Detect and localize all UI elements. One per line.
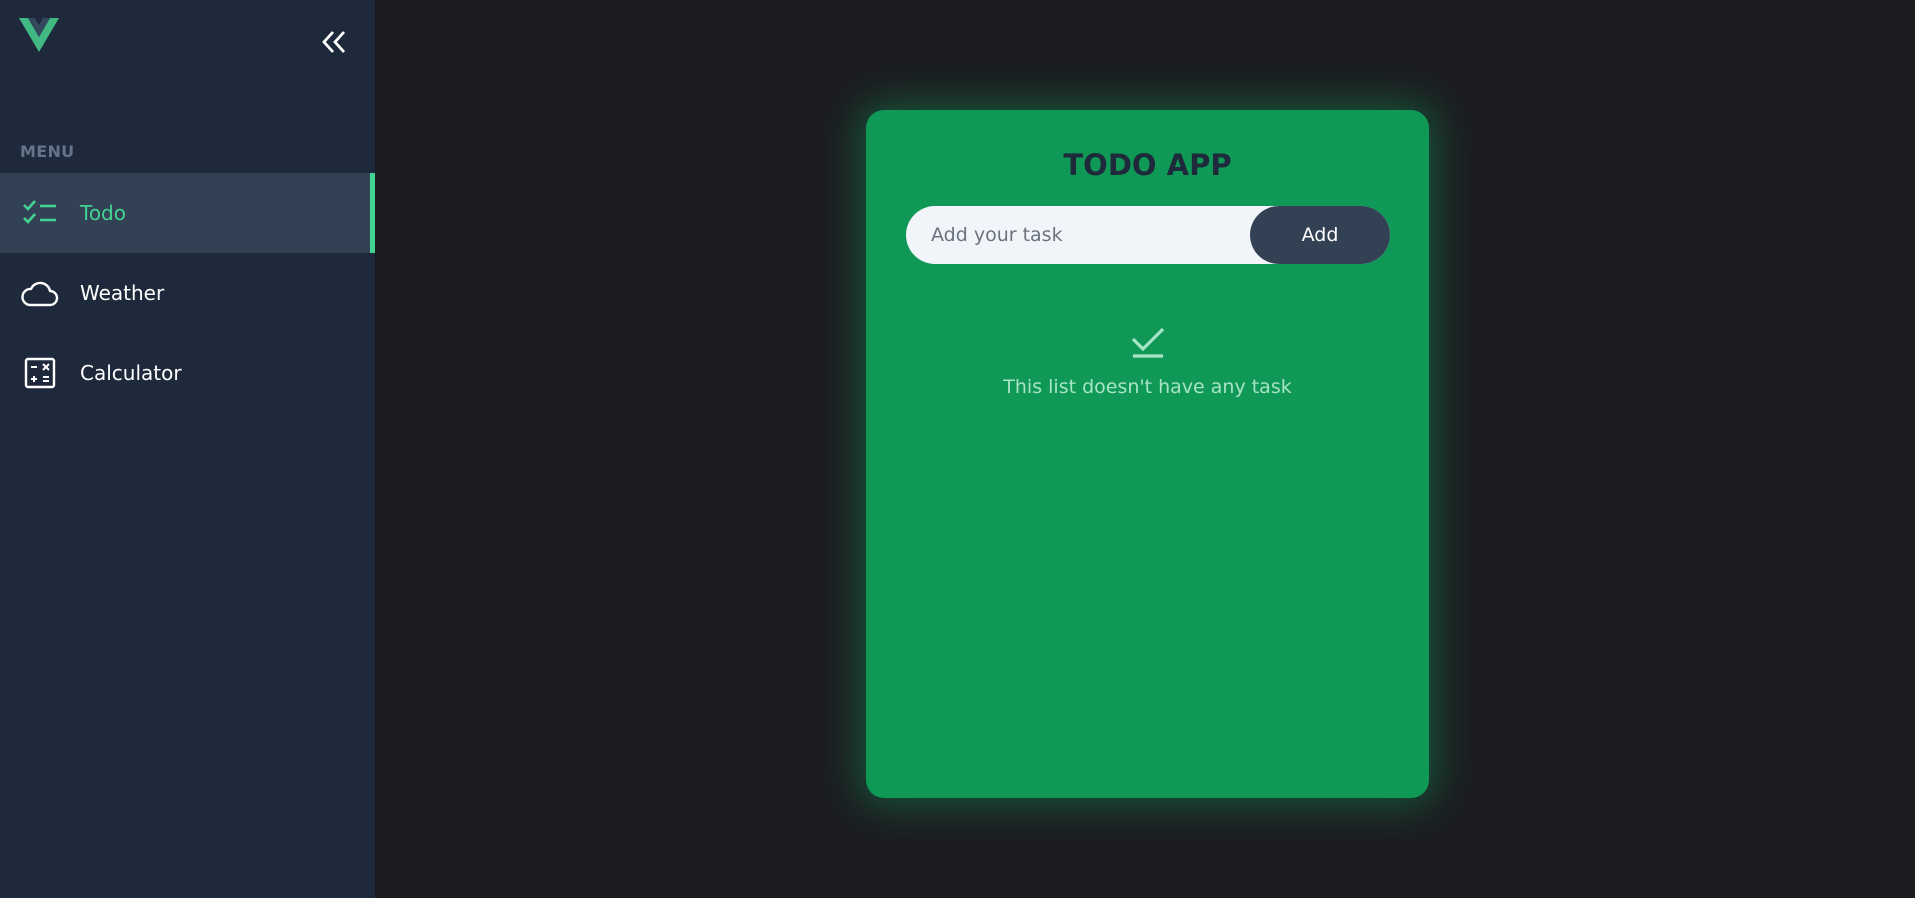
menu-heading: MENU: [20, 142, 75, 161]
checkmark-icon: [1131, 327, 1164, 358]
sidebar: MENU Todo Weather Calculator: [0, 0, 375, 898]
checklist-icon: [20, 193, 60, 233]
cloud-icon: [20, 273, 60, 313]
page-title: TODO APP: [1063, 148, 1232, 182]
sidebar-item-todo[interactable]: Todo: [0, 173, 375, 253]
vue-logo: [19, 18, 59, 54]
empty-message: This list doesn't have any task: [1003, 376, 1292, 398]
empty-state: This list doesn't have any task: [866, 320, 1429, 398]
calculator-icon: [20, 353, 60, 393]
sidebar-item-weather[interactable]: Weather: [0, 253, 375, 333]
add-task-button[interactable]: Add: [1250, 206, 1390, 264]
sidebar-item-label: Todo: [80, 201, 126, 225]
add-task-form: Add: [906, 206, 1390, 264]
sidebar-item-calculator[interactable]: Calculator: [0, 333, 375, 413]
sidebar-item-label: Calculator: [80, 361, 182, 385]
sidebar-item-label: Weather: [80, 281, 165, 305]
double-chevron-left-icon: [322, 31, 346, 53]
todo-card: TODO APP Add This list doesn't have any …: [866, 110, 1429, 798]
app-root: MENU Todo Weather Calculator TODO APP Ad…: [0, 0, 1915, 898]
collapse-sidebar-button[interactable]: [318, 24, 350, 60]
